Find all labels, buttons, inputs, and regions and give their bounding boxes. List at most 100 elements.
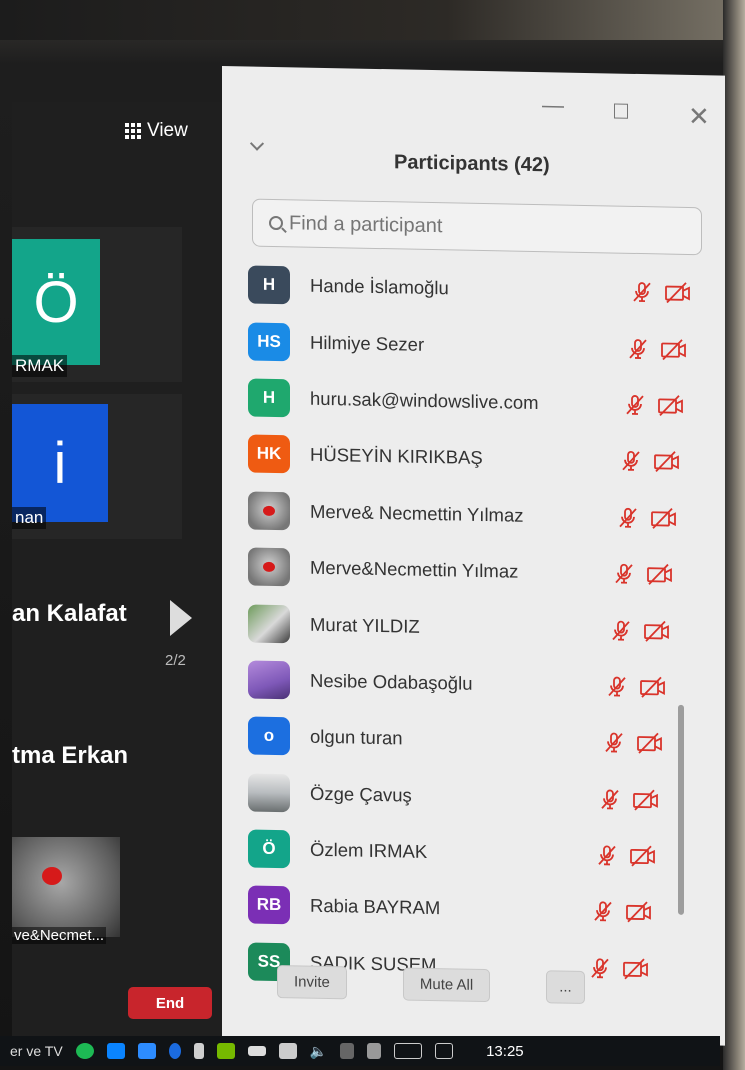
participant-avatar: H <box>248 265 290 305</box>
meeting-video-area: View Ö RMAK i nan an Kalafat 2/2 tma Erk… <box>12 102 222 1037</box>
participant-name: Nesibe Odabaşoğlu <box>310 669 473 694</box>
video-off-icon[interactable] <box>650 507 678 530</box>
mic-muted-icon[interactable] <box>595 843 619 867</box>
participant-name: Özlem IRMAK <box>310 838 428 863</box>
mic-muted-icon[interactable] <box>598 787 622 811</box>
participant-status-icons <box>591 900 653 925</box>
participant-name: Rabia BAYRAM <box>310 895 441 919</box>
participant-row[interactable]: Merve&Necmettin Yılmaz <box>248 538 688 603</box>
volume-icon[interactable]: 🔈 <box>310 1043 327 1060</box>
mic-muted-icon[interactable] <box>588 956 612 980</box>
end-meeting-button[interactable]: End <box>128 987 212 1019</box>
participant-search[interactable] <box>252 198 702 256</box>
participant-row[interactable]: o olgun turan <box>248 708 688 773</box>
bluetooth-icon[interactable] <box>168 1043 181 1059</box>
panel-footer: Invite Mute All ... <box>277 965 585 1004</box>
tile-avatar: Ö <box>12 239 100 365</box>
invite-button[interactable]: Invite <box>277 965 347 1000</box>
video-tile[interactable]: i nan <box>12 394 182 539</box>
participant-row[interactable]: Merve& Necmettin Yılmaz <box>248 482 688 547</box>
video-off-icon[interactable] <box>657 394 685 417</box>
video-off-icon[interactable] <box>639 676 667 699</box>
participant-status-icons <box>595 843 657 868</box>
participant-row[interactable]: HS Hilmiye Sezer <box>248 313 688 378</box>
search-input[interactable] <box>289 211 669 243</box>
wifi-icon[interactable] <box>340 1043 355 1059</box>
participant-name: Özge Çavuş <box>310 782 412 806</box>
participants-panel: — ✕ Participants (42) H Hande İslamoğlu HS… <box>222 66 725 1046</box>
mute-all-button[interactable]: Mute All <box>402 967 491 1003</box>
participant-avatar <box>248 491 290 531</box>
mic-muted-icon[interactable] <box>612 562 636 586</box>
participant-name: Hande İslamoğlu <box>310 274 449 299</box>
wall-background <box>0 0 745 40</box>
mic-muted-icon[interactable] <box>623 393 647 417</box>
participant-name: olgun turan <box>310 726 403 749</box>
participant-row[interactable]: Murat YILDIZ <box>248 595 688 660</box>
video-thumbnail[interactable] <box>12 837 120 937</box>
maximize-icon[interactable] <box>614 103 628 119</box>
list-scrollbar[interactable] <box>678 704 684 915</box>
participant-name: HÜSEYİN KIRIKBAŞ <box>310 444 483 469</box>
video-off-icon[interactable] <box>622 958 650 981</box>
participant-row[interactable]: HK HÜSEYİN KIRIKBAŞ <box>248 426 688 491</box>
display-icon[interactable] <box>435 1043 454 1059</box>
participant-avatar: Ö <box>248 829 290 869</box>
microphone-icon[interactable] <box>193 1043 204 1059</box>
app-icon[interactable] <box>106 1043 125 1059</box>
participant-status-icons <box>598 787 660 812</box>
zoom-icon[interactable] <box>137 1043 156 1059</box>
pen-icon[interactable] <box>367 1043 382 1059</box>
mic-muted-icon[interactable] <box>616 505 640 529</box>
security-icon[interactable] <box>278 1043 297 1059</box>
video-off-icon[interactable] <box>664 282 692 305</box>
more-button[interactable]: ... <box>546 970 585 1004</box>
minimize-icon[interactable]: — <box>542 92 564 118</box>
battery-icon[interactable] <box>247 1046 266 1056</box>
participant-avatar: o <box>248 716 290 756</box>
video-off-icon[interactable] <box>646 563 674 586</box>
participant-row[interactable]: Hhuru.sak@windowslive.com <box>248 369 688 434</box>
speaker-name: an Kalafat <box>12 600 127 627</box>
view-button[interactable]: View <box>125 120 188 142</box>
grid-icon <box>125 123 141 139</box>
participant-row[interactable]: RB Rabia BAYRAM <box>248 877 688 942</box>
participant-avatar: H <box>248 378 290 418</box>
taskbar-app-label[interactable]: er ve TV <box>10 1043 63 1059</box>
mic-muted-icon[interactable] <box>630 280 654 304</box>
participant-status-icons <box>588 956 650 981</box>
video-tile[interactable]: Ö RMAK <box>12 227 182 382</box>
view-label: View <box>147 120 188 141</box>
participant-row[interactable]: Nesibe Odabaşoğlu <box>248 651 688 716</box>
nvidia-icon[interactable] <box>216 1043 235 1059</box>
video-off-icon[interactable] <box>643 620 671 643</box>
participant-row[interactable]: Ö Özlem IRMAK <box>248 820 688 885</box>
participant-avatar: HK <box>248 434 290 474</box>
next-page-arrow-icon[interactable] <box>170 600 192 636</box>
spotify-icon[interactable] <box>75 1043 94 1059</box>
chevron-down-icon[interactable] <box>249 136 265 151</box>
page-indicator: 2/2 <box>165 652 186 669</box>
video-off-icon[interactable] <box>653 451 681 474</box>
close-icon[interactable]: ✕ <box>688 101 710 132</box>
video-off-icon[interactable] <box>636 732 664 755</box>
video-off-icon[interactable] <box>625 901 653 924</box>
mic-muted-icon[interactable] <box>626 336 650 360</box>
participant-status-icons <box>626 336 688 361</box>
participant-name: Merve&Necmettin Yılmaz <box>310 556 519 582</box>
participant-status-icons <box>630 280 692 305</box>
participant-status-icons <box>602 731 664 756</box>
participant-row[interactable]: H Hande İslamoğlu <box>248 256 690 321</box>
video-off-icon[interactable] <box>632 789 660 812</box>
participant-row[interactable]: Özge Çavuş <box>248 764 688 829</box>
keyboard-icon[interactable] <box>394 1043 423 1059</box>
mic-muted-icon[interactable] <box>605 674 629 698</box>
participant-avatar <box>248 547 290 587</box>
mic-muted-icon[interactable] <box>609 618 633 642</box>
mic-muted-icon[interactable] <box>619 449 643 473</box>
mic-muted-icon[interactable] <box>602 731 626 755</box>
video-off-icon[interactable] <box>660 338 688 361</box>
participant-status-icons <box>623 393 685 418</box>
mic-muted-icon[interactable] <box>591 900 615 924</box>
video-off-icon[interactable] <box>629 845 657 868</box>
